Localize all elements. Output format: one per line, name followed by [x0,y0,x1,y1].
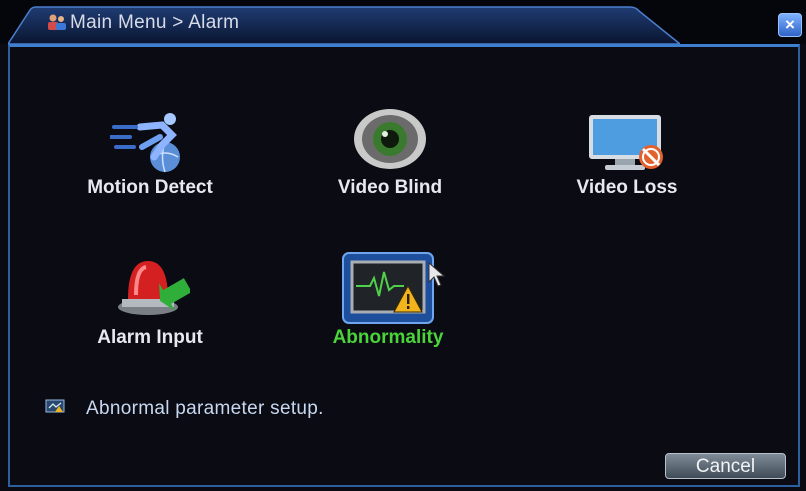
title-bar: Main Menu > Alarm × [0,0,806,44]
menu-item-abnormality[interactable]: Abnormality [298,252,478,352]
monitor-warning-icon [342,252,434,324]
running-man-globe-icon [110,113,180,173]
menu-item-video-loss[interactable]: Video Loss [537,105,717,205]
cancel-button[interactable]: Cancel [665,453,786,479]
menu-label-motion-detect: Motion Detect [87,177,213,198]
menu-item-motion-detect[interactable]: Motion Detect [60,105,240,205]
menu-label-abnormality: Abnormality [332,327,444,348]
menu-label-video-blind: Video Blind [337,177,443,198]
menu-item-alarm-input[interactable]: Alarm Input [60,255,240,355]
mouse-cursor-icon [428,262,446,287]
monitor-no-signal-icon [589,115,663,170]
menu-label-video-loss: Video Loss [576,177,678,198]
menu-label-alarm-input: Alarm Input [97,327,203,348]
menu-item-video-blind[interactable]: Video Blind [300,105,480,205]
eye-camera-icon [354,109,426,169]
close-button[interactable]: × [778,13,802,37]
hint-info-icon [45,399,65,413]
hint-text: Abnormal parameter setup. [86,398,324,419]
red-siren-icon [118,261,190,315]
alarm-window: Main Menu > Alarm × Motion Detect Video … [0,0,806,491]
window-title: Main Menu > Alarm [70,12,240,33]
people-icon [48,14,66,30]
